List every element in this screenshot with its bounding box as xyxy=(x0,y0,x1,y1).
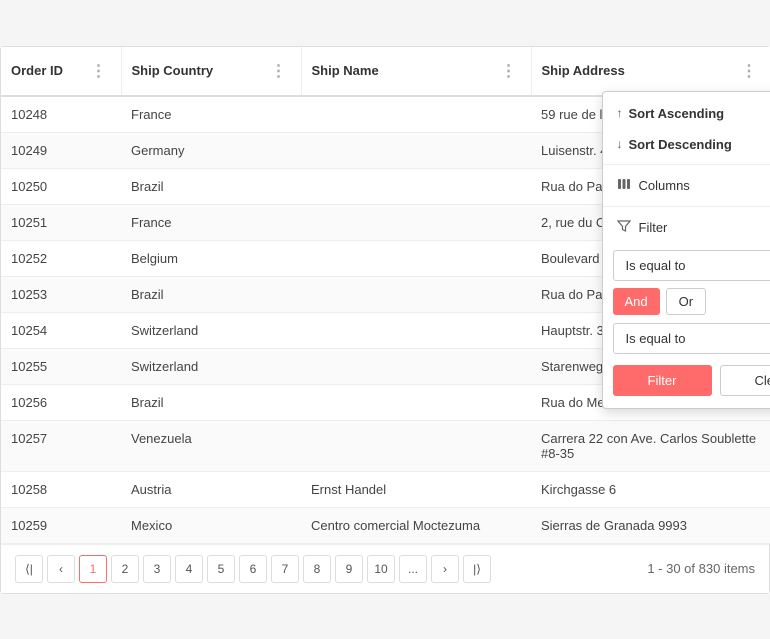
clear-button[interactable]: Clear xyxy=(720,365,770,396)
col-name-label: Ship Name xyxy=(312,63,379,78)
cell-ship_name xyxy=(301,312,531,348)
divider-1 xyxy=(603,164,770,165)
col-order-menu-icon[interactable]: ⋮ xyxy=(87,59,111,83)
table-row: 10258AustriaErnst HandelKirchgasse 6 xyxy=(1,471,770,507)
col-address-menu-icon[interactable]: ⋮ xyxy=(737,59,761,83)
cell-ship_country: Mexico xyxy=(121,507,301,543)
cell-ship_name xyxy=(301,96,531,133)
columns-label: Columns xyxy=(639,178,690,193)
first-page-button[interactable]: ⟨| xyxy=(15,555,43,583)
col-header-country: Ship Country ⋮ xyxy=(121,47,301,96)
table-row: 10259MexicoCentro comercial MoctezumaSie… xyxy=(1,507,770,543)
col-address-label: Ship Address xyxy=(542,63,625,78)
page-8-button[interactable]: 8 xyxy=(303,555,331,583)
or-button[interactable]: Or xyxy=(666,288,706,315)
page-4-button[interactable]: 4 xyxy=(175,555,203,583)
cell-ship_country: Switzerland xyxy=(121,348,301,384)
divider-2 xyxy=(603,206,770,207)
cell-ship_country: Germany xyxy=(121,132,301,168)
sort-asc-icon: ↑ xyxy=(617,106,623,120)
page-6-button[interactable]: 6 xyxy=(239,555,267,583)
filter-button[interactable]: Filter xyxy=(613,365,712,396)
page-3-button[interactable]: 3 xyxy=(143,555,171,583)
filter-content: Is equal to Is not equal to Contains Doe… xyxy=(603,244,770,402)
data-table: Order ID ⋮ Ship Country ⋮ Ship Name xyxy=(1,47,770,544)
cell-order_id: 10250 xyxy=(1,168,121,204)
col-country-label: Ship Country xyxy=(132,63,214,78)
col-order-label: Order ID xyxy=(11,63,63,78)
page-10-button[interactable]: 10 xyxy=(367,555,395,583)
next-page-button[interactable]: › xyxy=(431,555,459,583)
filter-condition-1-select[interactable]: Is equal to Is not equal to Contains Doe… xyxy=(613,250,770,281)
filter-section-header[interactable]: Filter ▴ xyxy=(603,211,770,244)
filter-buttons: Filter Clear xyxy=(613,365,770,396)
cell-order_id: 10248 xyxy=(1,96,121,133)
sort-desc-label: Sort Descending xyxy=(629,137,732,152)
cell-order_id: 10258 xyxy=(1,471,121,507)
cell-ship_name xyxy=(301,420,531,471)
filter-label: Filter xyxy=(639,220,668,235)
col-country-menu-icon[interactable]: ⋮ xyxy=(267,59,291,83)
page-info: 1 - 30 of 830 items xyxy=(647,561,755,576)
cell-ship_name xyxy=(301,240,531,276)
col-name-menu-icon[interactable]: ⋮ xyxy=(497,59,521,83)
cell-ship_country: Switzerland xyxy=(121,312,301,348)
cell-order_id: 10256 xyxy=(1,384,121,420)
cell-ship_country: Brazil xyxy=(121,276,301,312)
page-ellipsis: ... xyxy=(399,555,427,583)
page-nav: ⟨| ‹ 1 2 3 4 5 6 7 8 9 10 ... › |⟩ xyxy=(15,555,491,583)
cell-order_id: 10252 xyxy=(1,240,121,276)
cell-ship_name xyxy=(301,204,531,240)
page-1-button[interactable]: 1 xyxy=(79,555,107,583)
table-wrapper: Order ID ⋮ Ship Country ⋮ Ship Name xyxy=(1,47,769,544)
filter-condition-2-select[interactable]: Is equal to Is not equal to Contains xyxy=(613,323,770,354)
sort-ascending-item[interactable]: ↑ Sort Ascending xyxy=(603,98,770,129)
col-header-order: Order ID ⋮ xyxy=(1,47,121,96)
cell-order_id: 10251 xyxy=(1,204,121,240)
columns-icon xyxy=(617,177,631,194)
cell-ship_country: Brazil xyxy=(121,384,301,420)
page-2-button[interactable]: 2 xyxy=(111,555,139,583)
col-header-address: Ship Address ⋮ xyxy=(531,47,770,96)
cell-ship_address: Kirchgasse 6 xyxy=(531,471,770,507)
cell-ship_country: Brazil xyxy=(121,168,301,204)
cell-order_id: 10257 xyxy=(1,420,121,471)
sort-descending-item[interactable]: ↓ Sort Descending xyxy=(603,129,770,160)
cell-order_id: 10253 xyxy=(1,276,121,312)
page-7-button[interactable]: 7 xyxy=(271,555,299,583)
cell-ship_country: Venezuela xyxy=(121,420,301,471)
cell-ship_name xyxy=(301,168,531,204)
filter-icon xyxy=(617,219,631,236)
cell-order_id: 10254 xyxy=(1,312,121,348)
cell-ship_name xyxy=(301,276,531,312)
cell-ship_name: Ernst Handel xyxy=(301,471,531,507)
column-filter-dropdown: ↑ Sort Ascending ↓ Sort Descending xyxy=(602,91,770,409)
cell-ship_name xyxy=(301,132,531,168)
sort-desc-icon: ↓ xyxy=(617,137,623,151)
and-button[interactable]: And xyxy=(613,288,660,315)
table-row: 10257Venezuela Carrera 22 con Ave. Carlos… xyxy=(1,420,770,471)
cell-ship_address: Sierras de Granada 9993 xyxy=(531,507,770,543)
cell-ship_country: France xyxy=(121,96,301,133)
page-9-button[interactable]: 9 xyxy=(335,555,363,583)
cell-ship_name xyxy=(301,348,531,384)
prev-page-button[interactable]: ‹ xyxy=(47,555,75,583)
cell-ship_name xyxy=(301,384,531,420)
pagination-bar: ⟨| ‹ 1 2 3 4 5 6 7 8 9 10 ... › |⟩ 1 - 3… xyxy=(1,544,769,593)
cell-order_id: 10255 xyxy=(1,348,121,384)
main-container: Order ID ⋮ Ship Country ⋮ Ship Name xyxy=(0,46,770,594)
and-or-row: And Or xyxy=(613,288,770,315)
cell-ship_address: Carrera 22 con Ave. Carlos Soublette #8-… xyxy=(531,420,770,471)
cell-ship_country: Belgium xyxy=(121,240,301,276)
sort-asc-label: Sort Ascending xyxy=(629,106,725,121)
cell-order_id: 10249 xyxy=(1,132,121,168)
page-5-button[interactable]: 5 xyxy=(207,555,235,583)
columns-section-header[interactable]: Columns ▾ xyxy=(603,169,770,202)
cell-ship_name: Centro comercial Moctezuma xyxy=(301,507,531,543)
cell-order_id: 10259 xyxy=(1,507,121,543)
last-page-button[interactable]: |⟩ xyxy=(463,555,491,583)
cell-ship_country: Austria xyxy=(121,471,301,507)
cell-ship_country: France xyxy=(121,204,301,240)
col-header-name: Ship Name ⋮ ↑ Sort Ascending ↓ Sort De xyxy=(301,47,531,96)
